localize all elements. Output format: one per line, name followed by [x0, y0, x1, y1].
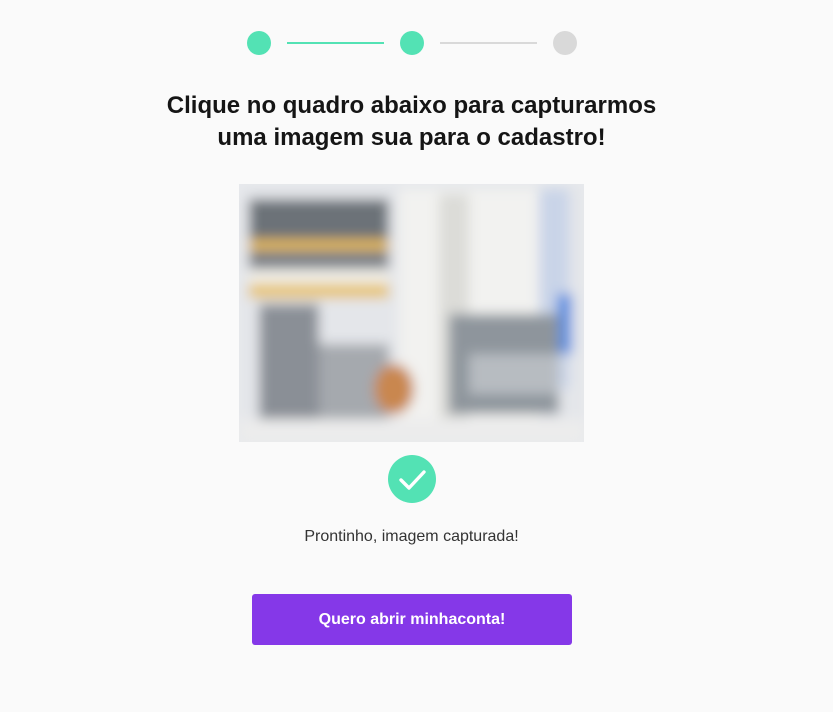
progress-stepper — [247, 31, 577, 55]
page-title-line-2: uma imagem sua para o cadastro! — [217, 124, 606, 151]
step-connector-2 — [440, 42, 537, 44]
page-title: Clique no quadro abaixo para capturarmos… — [100, 90, 723, 154]
capture-status-text: Prontinho, imagem capturada! — [304, 528, 519, 545]
page-title-line-1: Clique no quadro abaixo para capturarmos — [166, 92, 657, 119]
step-2-dot — [400, 31, 424, 55]
open-account-button[interactable]: Quero abrir minhaconta! — [252, 594, 572, 645]
check-circle-icon — [388, 455, 436, 503]
captured-photo-preview — [239, 184, 584, 442]
step-1-dot — [247, 31, 271, 55]
camera-capture-frame[interactable] — [239, 184, 584, 442]
step-connector-1 — [287, 42, 384, 44]
capture-page: Clique no quadro abaixo para capturarmos… — [0, 0, 833, 712]
step-3-dot — [553, 31, 577, 55]
